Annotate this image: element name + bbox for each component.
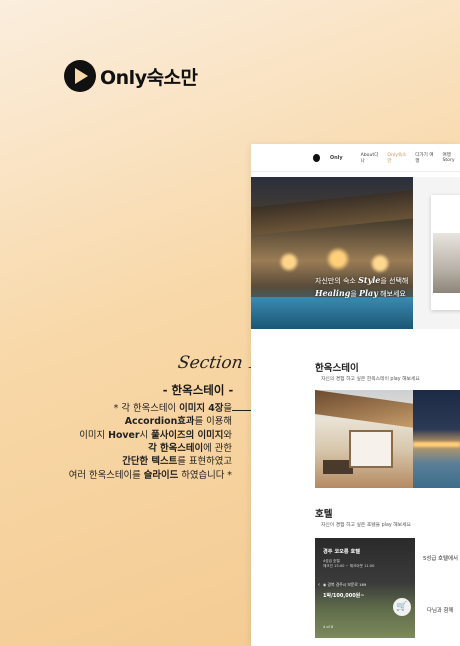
site-logo-text[interactable]: Only xyxy=(330,155,343,161)
nav-item-only[interactable]: Only숙소만 xyxy=(387,152,407,164)
hotel-section-subtitle: 자신이 경험 하고 싶은 호텔을 play 해보세요 xyxy=(321,523,411,528)
hotel-location: ◉ 경북 경주시 보문로 169 xyxy=(323,582,367,587)
site-nav: Only About다나 Only숙소만 다가기 여행 여행Story xyxy=(251,144,460,172)
nav-item-about[interactable]: About다나 xyxy=(361,152,380,164)
section-label: Section 1 xyxy=(176,353,261,373)
hanok-image-interior[interactable] xyxy=(315,390,413,488)
brand-name: Only숙소만 xyxy=(100,66,198,89)
nav-item-trip[interactable]: 다가기 여행 xyxy=(415,152,434,164)
website-mockup: Only About다나 Only숙소만 다가기 여행 여행Story 자신만의… xyxy=(251,144,460,646)
hotel-card[interactable]: 경주 코오롱 호텔 4성급 호텔 체크인 15:00 ~ 체크아웃 11:00 … xyxy=(315,538,415,638)
nav-item-story[interactable]: 여행Story xyxy=(442,152,460,163)
annotation-line: 간단한 텍스트를 표현하였고 xyxy=(122,456,232,468)
hero-side-slide[interactable] xyxy=(413,177,460,329)
hotel-side-text-2: 다님과 함께 xyxy=(427,608,454,614)
site-logo-icon[interactable] xyxy=(313,153,320,162)
annotation-body: * 각 한옥스테이 이미지 4장을 Accordion효과를 이용해 이미지 H… xyxy=(22,402,232,482)
hero-copy: 자신만의 숙소 Style을 선택해 Healing을 Play 해보세요 xyxy=(315,275,409,299)
hero-side-card xyxy=(431,195,460,310)
hotel-name: 경주 코오롱 호텔 xyxy=(323,549,361,555)
hotel-price: 1박/100,000원~ xyxy=(323,593,365,599)
brand-logo: Only숙소만 xyxy=(64,60,198,92)
hanok-image-pool[interactable] xyxy=(413,390,460,488)
annotation-line: 이미지 Hover시 풀사이즈의 이미지와 xyxy=(79,429,232,441)
annotation-line: Accordion효과를 이용해 xyxy=(124,416,232,428)
annotation-line: * 각 한옥스테이 이미지 4장을 xyxy=(113,403,232,414)
chevron-left-icon[interactable]: ‹ xyxy=(318,582,320,588)
hanok-section-title: 한옥스테이 xyxy=(315,363,359,374)
hotel-meta: 4성급 호텔 체크인 15:00 ~ 체크아웃 11:00 xyxy=(323,559,375,569)
hotel-pager: 4 of 8 xyxy=(323,625,334,629)
hanok-section-subtitle: 자신의 경험 하고 싶은 한옥스테이 play 해보세요 xyxy=(321,377,420,382)
hero-image: 자신만의 숙소 Style을 선택해 Healing을 Play 해보세요 xyxy=(251,177,413,329)
annotation-line: 각 한옥스테이에 관한 xyxy=(148,443,232,455)
cart-icon[interactable]: 🛒 xyxy=(393,598,411,616)
hotel-section-title: 호텔 xyxy=(315,509,333,520)
hotel-side-text: 5성급 호텔에서 xyxy=(423,556,458,562)
play-logo-icon xyxy=(64,60,96,92)
annotation-line: 여러 한옥스테이를 슬라이드 하였습니다 * xyxy=(68,469,232,481)
annotation-title: - 한옥스테이 - xyxy=(162,383,234,397)
